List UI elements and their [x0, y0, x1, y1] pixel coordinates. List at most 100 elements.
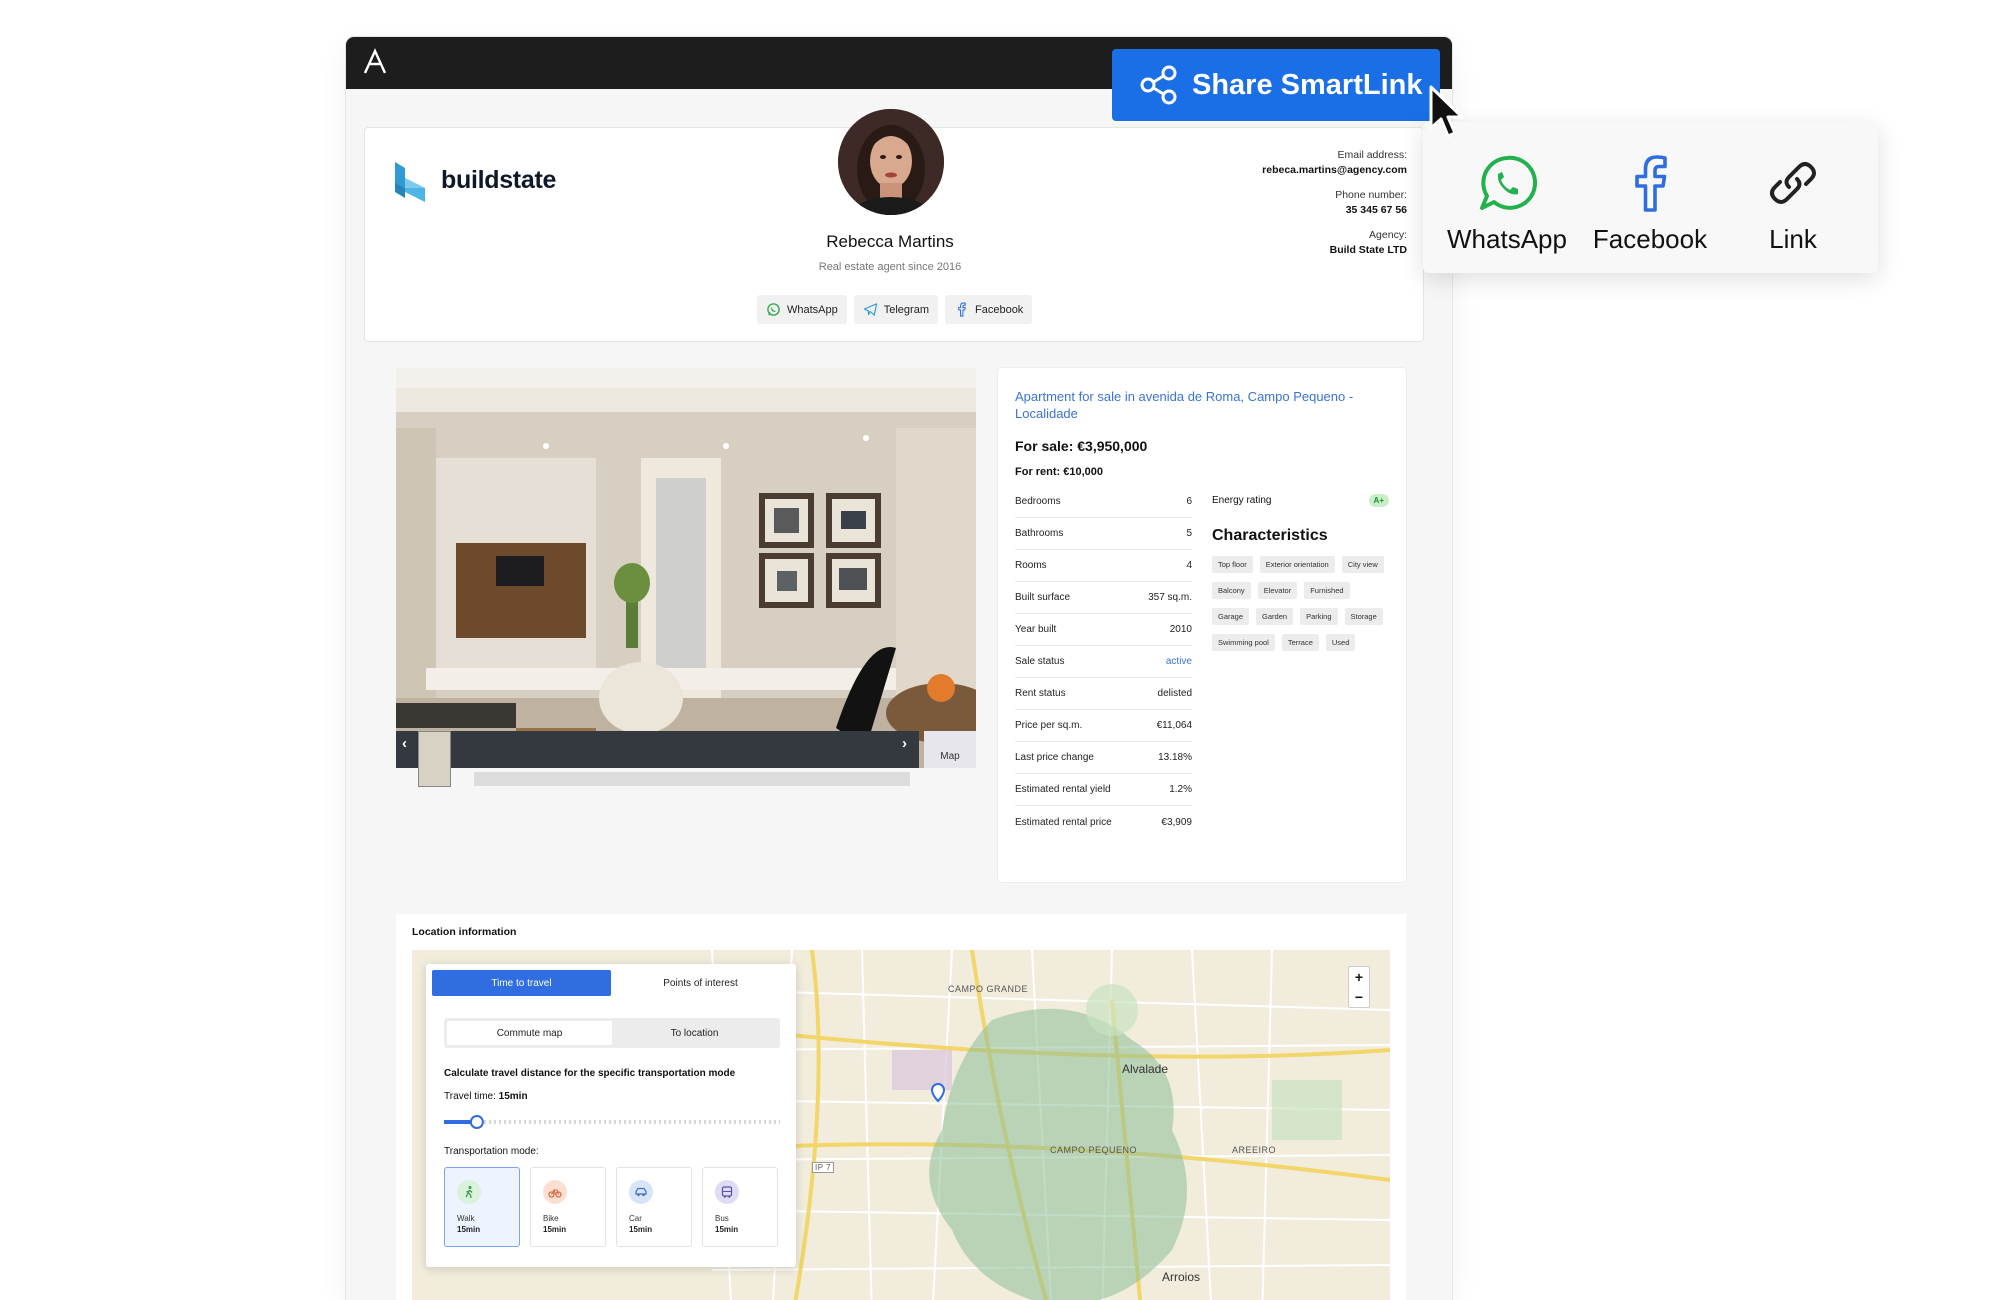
whatsapp-icon [767, 303, 780, 316]
property-photo[interactable] [396, 368, 976, 768]
characteristic-tag: Garage [1212, 608, 1250, 625]
mouse-cursor-icon [1429, 85, 1464, 138]
fact-label: Built surface [1015, 592, 1071, 603]
travel-time-slider[interactable] [444, 1113, 780, 1131]
zoom-out-button[interactable]: − [1349, 987, 1369, 1007]
fact-value: 5 [1186, 528, 1192, 539]
share-option-whatsapp-label: WhatsApp [1447, 224, 1567, 254]
bike-icon [548, 1189, 562, 1198]
zoom-in-button[interactable]: + [1349, 967, 1369, 987]
mode-walk[interactable]: Walk 15min [444, 1167, 520, 1247]
mode-car[interactable]: Car 15min [616, 1167, 692, 1247]
share-option-whatsapp[interactable]: WhatsApp [1437, 152, 1577, 255]
share-smartlink-button[interactable]: Share SmartLink [1112, 49, 1440, 121]
thumbnail-scrollbar[interactable] [474, 772, 910, 786]
segment-to-location[interactable]: To location [612, 1021, 777, 1045]
car-icon-circle [629, 1180, 653, 1204]
characteristic-tag: Exterior orientation [1259, 556, 1335, 573]
characteristic-tag: Balcony [1212, 582, 1251, 599]
chevron-left-icon[interactable]: ‹ [402, 735, 418, 752]
location-map[interactable]: CAMPO GRANDE Alvalade CAMPO PEQUENO AREE… [412, 950, 1390, 1300]
agent-card: buildstate Rebecca Martins Real estate a… [364, 109, 1424, 342]
chevron-right-icon[interactable]: › [902, 735, 918, 752]
telegram-contact-label: Telegram [883, 303, 929, 316]
phone-value[interactable]: 35 345 67 56 [1262, 203, 1407, 218]
fact-label: Bathrooms [1015, 528, 1064, 539]
agent-subtitle: Real estate agent since 2016 [818, 261, 962, 273]
fact-row: Rooms 4 [1015, 550, 1192, 582]
characteristic-tag: Storage [1344, 608, 1383, 625]
mode-time: 15min [543, 1225, 567, 1234]
share-option-facebook[interactable]: Facebook [1580, 152, 1720, 255]
link-icon [1770, 162, 1816, 204]
walk-icon [465, 1186, 473, 1199]
app-window: buildstate Rebecca Martins Real estate a… [346, 37, 1452, 1300]
segment-commute-map[interactable]: Commute map [447, 1021, 612, 1045]
fact-value: €11,064 [1156, 720, 1192, 731]
characteristics-tags: Top floor Exterior orientation City view… [1212, 556, 1392, 651]
thumbnail-strip[interactable]: ‹ › [396, 731, 919, 768]
fact-value: 13.18% [1158, 752, 1192, 763]
whatsapp-contact-label: WhatsApp [787, 303, 838, 316]
share-option-link[interactable]: Link [1723, 152, 1863, 255]
map-thumbnail-label: Map [940, 751, 960, 762]
email-value[interactable]: rebeca.martins@agency.com [1262, 163, 1407, 178]
travel-time-value: 15min [498, 1091, 528, 1102]
mode-name: Bike [543, 1214, 559, 1223]
map-label: CAMPO GRANDE [948, 984, 1029, 994]
phone-label: Phone number: [1335, 189, 1407, 201]
mode-time: 15min [715, 1225, 739, 1234]
rent-price: For rent: €10,000 [1015, 466, 1104, 478]
fact-label: Rent status [1015, 688, 1066, 699]
fact-label: Rooms [1015, 560, 1047, 571]
characteristic-tag: Garden [1256, 608, 1294, 625]
travel-time-label: Travel time: [444, 1091, 496, 1102]
fact-label: Sale status [1015, 656, 1065, 667]
map-thumbnail[interactable]: Map [924, 731, 976, 768]
bus-icon-circle [715, 1180, 739, 1204]
energy-label: Energy rating [1212, 495, 1272, 506]
bus-icon [721, 1186, 733, 1198]
characteristic-tag: Used [1325, 634, 1356, 651]
map-label: Alvalade [1122, 1062, 1169, 1076]
commute-segmented-control: Commute map To location [444, 1018, 780, 1048]
mode-bike[interactable]: Bike 15min [530, 1167, 606, 1247]
whatsapp-contact-button[interactable]: WhatsApp [757, 295, 847, 324]
bike-icon-circle [543, 1180, 567, 1204]
tab-points-of-interest[interactable]: Points of interest [611, 970, 790, 996]
brand-logo: buildstate [393, 156, 556, 204]
mode-bus[interactable]: Bus 15min [702, 1167, 778, 1247]
buildstate-logo-icon [395, 162, 425, 202]
mode-time: 15min [457, 1225, 481, 1234]
tab-time-to-travel[interactable]: Time to travel [432, 970, 611, 996]
characteristic-tag: Swimming pool [1212, 634, 1275, 651]
share-smartlink-label: Share SmartLink [1192, 68, 1423, 101]
mode-name: Walk [457, 1214, 475, 1223]
share-icon [1140, 65, 1177, 105]
energy-rating: Energy rating A+ [1212, 494, 1389, 507]
listing-title[interactable]: Apartment for sale in avenida de Roma, C… [1015, 388, 1395, 422]
agency-value: Build State LTD [1329, 244, 1407, 256]
fact-row: Year built 2010 [1015, 614, 1192, 646]
facebook-icon [1635, 155, 1667, 212]
facebook-contact-button[interactable]: Facebook [945, 295, 1033, 324]
walk-icon-circle [457, 1180, 481, 1204]
sale-status-value[interactable]: active [1166, 656, 1192, 667]
slider-thumb[interactable] [469, 1115, 484, 1129]
characteristic-tag: City view [1341, 556, 1384, 573]
listing-details: Apartment for sale in avenida de Roma, C… [998, 368, 1406, 882]
zoom-control: + − [1348, 966, 1370, 1008]
telegram-contact-button[interactable]: Telegram [853, 295, 938, 324]
fact-row: Bedrooms 6 [1015, 486, 1192, 518]
map-label: Arroios [1162, 1270, 1201, 1284]
whatsapp-icon [1480, 155, 1538, 210]
fact-value: delisted [1157, 688, 1192, 699]
characteristic-tag: Top floor [1212, 556, 1253, 573]
mode-name: Car [629, 1214, 642, 1223]
transport-modes: Walk 15min Bike 15min Car 15min Bus 15mi… [444, 1167, 778, 1247]
agent-social-links: WhatsApp Telegram Facebook [757, 295, 1033, 324]
fact-value: 6 [1186, 496, 1192, 507]
fact-value: 357 sq.m. [1148, 592, 1192, 603]
fact-label: Year built [1015, 624, 1057, 635]
thumbnail-selected[interactable] [418, 731, 451, 787]
